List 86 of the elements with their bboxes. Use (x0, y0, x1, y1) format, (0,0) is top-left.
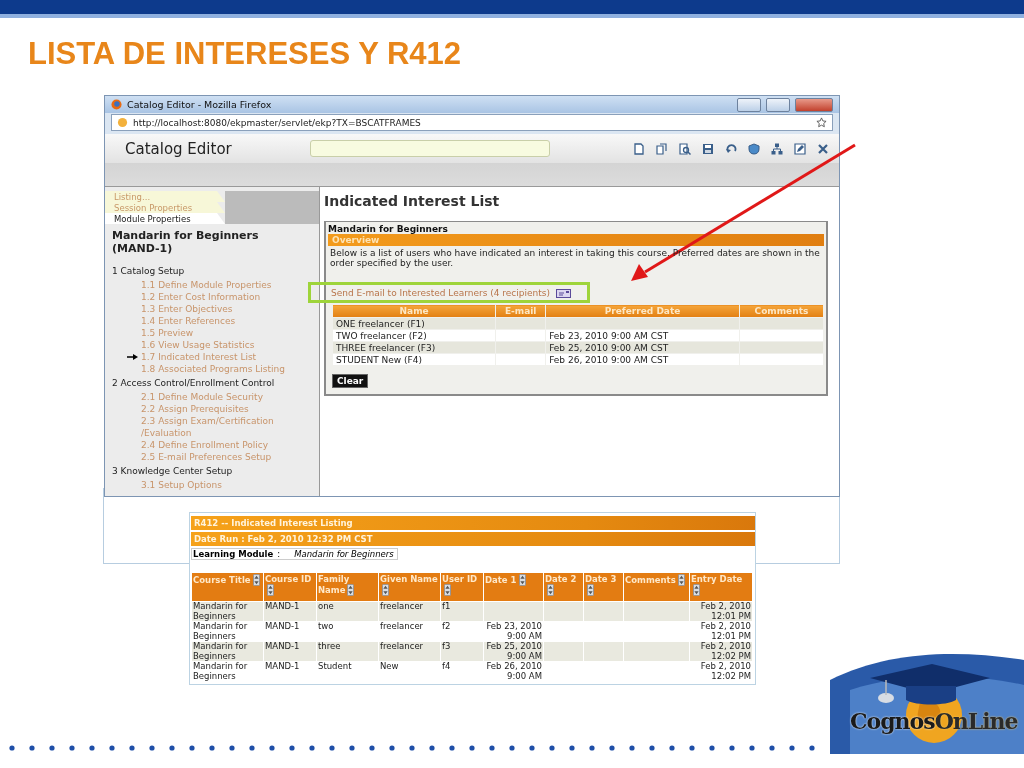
hierarchy-icon[interactable] (771, 143, 783, 155)
column-header: Comments (739, 304, 824, 318)
table-cell: Mandarin for Beginners (191, 621, 264, 642)
sort-icon[interactable] (693, 584, 700, 596)
sidebar-link[interactable]: 1.3 Enter Objectives (141, 303, 233, 316)
column-header[interactable]: Course ID (263, 572, 317, 602)
report-title: R412 -- Indicated Interest Listing (191, 516, 755, 530)
minimize-button[interactable] (737, 97, 761, 112)
column-header[interactable]: Family Name (316, 572, 379, 602)
sidebar-link[interactable]: 2.4 Define Enrollment Policy (141, 439, 269, 452)
sort-icon[interactable] (444, 584, 451, 596)
column-header: E-mail (495, 304, 546, 318)
envelope-icon[interactable] (556, 288, 571, 298)
save-icon[interactable] (702, 143, 714, 155)
sort-icon[interactable] (267, 584, 274, 596)
table-cell: f2 (440, 621, 484, 642)
sidebar-tab[interactable]: Session Properties (105, 202, 225, 213)
sidebar-link[interactable]: 1.5 Preview (141, 327, 194, 340)
section-heading: 1 Catalog Setup (112, 265, 186, 278)
page-heading: Indicated Interest List (324, 193, 501, 209)
close-icon[interactable] (817, 143, 829, 155)
sidebar-link[interactable]: 2.2 Assign Prerequisites (141, 403, 249, 416)
email-link[interactable]: Send E-mail to Interested Learners (4 recipients) (331, 288, 550, 298)
column-header[interactable]: User ID (440, 572, 484, 602)
sort-icon[interactable] (382, 584, 389, 596)
module-value: Mandarin for Beginners (294, 549, 394, 559)
sidebar-link[interactable]: 2.3 Assign Exam/Certification /Evaluation (141, 415, 319, 440)
search-field[interactable] (310, 140, 550, 157)
sidebar-link[interactable]: 1.2 Enter Cost Information (141, 291, 261, 304)
sidebar-link[interactable]: 1.7 Indicated Interest List (141, 351, 257, 364)
sidebar-link[interactable]: 3.1 Setup Options (141, 479, 222, 492)
module-label: Learning Module (193, 549, 274, 559)
sort-icon[interactable] (518, 574, 526, 586)
sort-icon[interactable] (252, 574, 260, 586)
overview-bar: Overview (328, 234, 824, 246)
address-bar[interactable]: http://localhost:8080/ekpmaster/servlet/ekp?TX=BSCATFRAMES (111, 114, 833, 131)
sidebar-link[interactable]: 1.6 View Usage Statistics (141, 339, 255, 352)
table-cell: Feb 2, 2010 12:01 PM (689, 621, 753, 642)
column-header: Preferred Date (545, 304, 740, 318)
copy-icon[interactable] (656, 143, 668, 155)
url-text: http://localhost:8080/ekpmaster/servlet/ekp?TX=BSCATFRAMES (133, 117, 422, 128)
table-cell: two (316, 621, 379, 642)
panel-title: Mandarin for Beginners (328, 224, 449, 234)
column-header[interactable]: Date 2 (543, 572, 584, 602)
date-run-bar: Date Run : Feb 2, 2010 12:32 PM CST (191, 532, 755, 546)
clear-button[interactable]: Clear (332, 374, 369, 388)
edit-icon[interactable] (794, 143, 806, 155)
sidebar-link[interactable]: 1.8 Associated Programs Listing (141, 363, 285, 376)
table-cell: Feb 23, 2010 9:00 AM (483, 621, 544, 642)
sidebar-tab[interactable]: Module Properties (105, 213, 225, 224)
slide-title: LISTA DE INTERESES Y R412 (28, 36, 461, 72)
shield-icon[interactable] (748, 143, 760, 155)
close-button[interactable] (795, 97, 833, 112)
sidebar-link[interactable]: 2.5 E-mail Preferences Setup (141, 451, 272, 464)
sidebar-link[interactable]: 1.4 Enter References (141, 315, 236, 328)
app-title: Catalog Editor (125, 140, 233, 158)
sort-icon[interactable] (587, 584, 594, 596)
sidebar-link[interactable]: 1.1 Define Module Properties (141, 279, 272, 292)
table-cell: freelancer (378, 621, 441, 642)
window-title: Catalog Editor - Mozilla Firefox (127, 99, 273, 110)
column-header[interactable]: Entry Date (689, 572, 753, 602)
table-cell: Mandarin for Beginners (191, 601, 264, 622)
table-cell: MAND-1 (263, 621, 317, 642)
column-header[interactable]: Given Name (378, 572, 441, 602)
preview-icon[interactable] (679, 143, 691, 155)
column-header: Name (332, 304, 496, 318)
sort-icon[interactable] (347, 584, 355, 596)
undo-icon[interactable] (725, 143, 737, 155)
column-header[interactable]: Date 1 (483, 572, 544, 602)
sort-icon[interactable] (677, 574, 685, 586)
table-cell: Mandarin for Beginners (191, 641, 264, 662)
maximize-button[interactable] (766, 97, 790, 112)
page-icon (117, 117, 128, 128)
sidebar-tab[interactable]: Listing... (105, 191, 225, 202)
new-page-icon[interactable] (633, 143, 645, 155)
bookmark-star-icon[interactable] (816, 117, 827, 128)
browser-icon (111, 99, 122, 110)
module-title: Mandarin for Beginners (MAND-1) (112, 230, 260, 256)
section-heading: 2 Access Control/Enrollment Control (112, 377, 276, 390)
section-heading: 3 Knowledge Center Setup (112, 465, 234, 478)
sidebar-link[interactable]: 2.1 Define Module Security (141, 391, 263, 404)
separator: : (277, 549, 281, 559)
column-header[interactable]: Course Title (191, 572, 264, 602)
column-header[interactable]: Comments (623, 572, 690, 602)
sort-icon[interactable] (547, 584, 554, 596)
column-header[interactable]: Date 3 (583, 572, 624, 602)
